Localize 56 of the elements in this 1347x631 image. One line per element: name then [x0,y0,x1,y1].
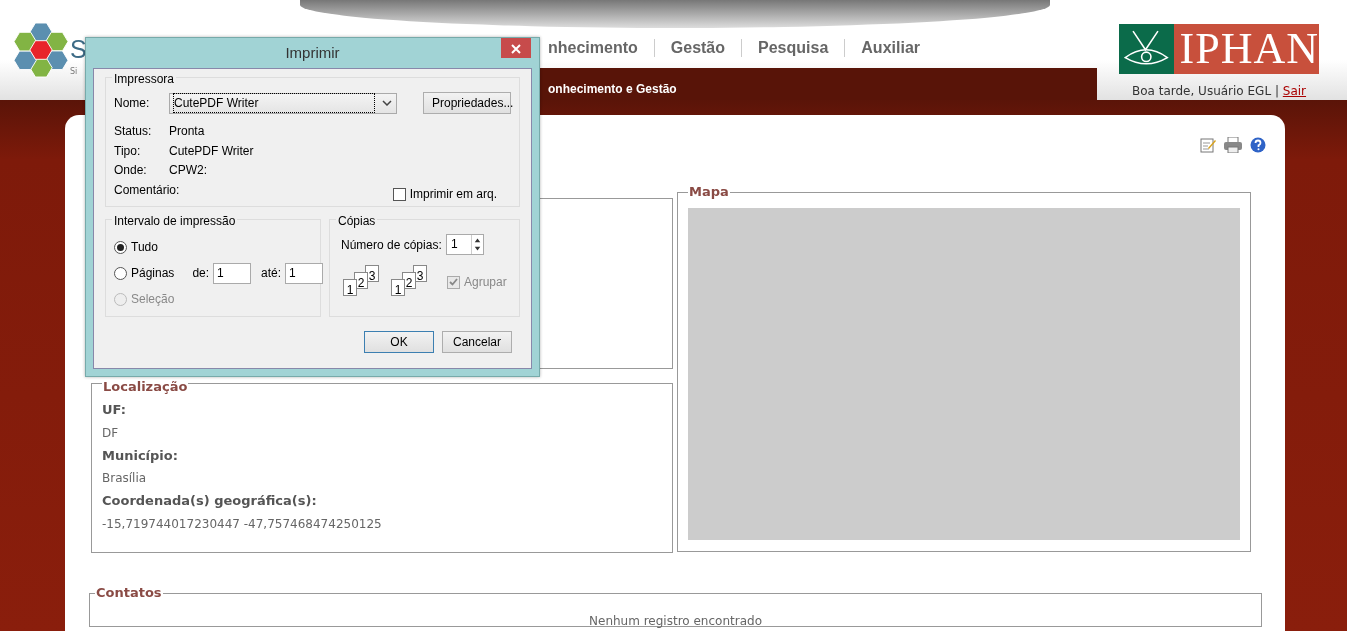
checkbox-label: Imprimir em arq. [409,186,497,203]
brand-logo: IPHAN [1119,24,1319,74]
printer-select[interactable]: CutePDF Writer [169,92,397,114]
cancel-button[interactable]: Cancelar [442,331,512,353]
caret-icon [382,100,392,106]
field-label: Número de cópias: [340,236,443,254]
collate-drawing: 1 2 3 [343,263,383,301]
field-value: Pronta [169,123,205,140]
logo-subtitle: Si [70,66,79,78]
field-value: CutePDF Writer [169,142,254,160]
nav-link[interactable]: nhecimento [548,36,638,60]
properties-button[interactable]: Propriedades... [423,92,511,114]
field-label: Coordenada(s) geográfica(s): [102,492,318,510]
checkbox-label: Agrupar [464,274,507,291]
page-from-field[interactable]: 1 [213,262,252,284]
field-label: Status: [114,123,153,140]
field-label: Nome: [114,95,151,112]
nav-link[interactable]: Gestão [670,36,726,60]
field-value: -15,719744017230447 -47,757468474250125 [102,515,383,533]
greeting-text: Boa tarde, Usuário EGL [1131,84,1272,98]
system-subtitle: onhecimento e Gestão [548,81,678,98]
nav-link[interactable]: Pesquisa [758,36,829,60]
separator-text: | [1274,84,1279,98]
radio-label: Páginas [131,265,175,282]
collate-drawing: 1 2 3 [391,263,431,301]
field-value: DF [102,424,120,442]
dialog-title: Imprimir [284,43,341,63]
field-label: até: [261,265,282,282]
field-label: de: [192,265,210,282]
ok-button[interactable]: OK [364,331,434,353]
field-label: Município: [102,446,179,465]
print-icon[interactable] [1224,137,1242,153]
field-value: Brasília [102,470,148,487]
logo-text: S [70,37,87,62]
panel-legend: Localização [102,379,189,395]
logout-link[interactable]: Sair [1282,84,1307,98]
logo-icon [14,22,68,78]
empty-message: Nenhum registro encontrado [588,613,763,630]
close-icon [511,44,521,55]
radio-button[interactable] [114,240,127,254]
field-label: Onde: [114,162,148,179]
close-button[interactable] [501,38,531,58]
field-label: Comentário: [114,181,180,199]
page-to-field[interactable]: 1 [285,262,324,284]
copies-spinner[interactable]: 1 [446,234,484,255]
field-label: Tipo: [114,142,142,160]
panel-legend: Mapa [688,184,730,200]
radio-button[interactable] [114,266,127,280]
field-label: UF: [102,401,127,419]
help-icon[interactable] [1250,137,1266,153]
field-value: CPW2: [169,162,207,179]
spinner-arrows-icon [471,235,483,254]
radio-label: Seleção [131,291,175,308]
nav-link[interactable]: Auxiliar [861,36,920,60]
radio-label: Tudo [131,239,158,256]
checkbox[interactable] [392,187,406,201]
